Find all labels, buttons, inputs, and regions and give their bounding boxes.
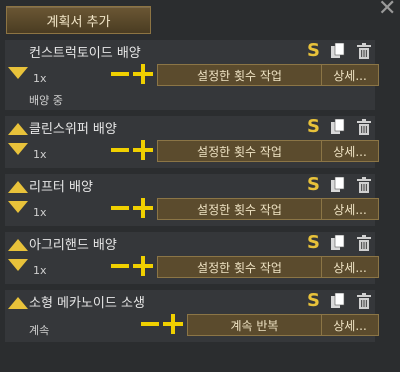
decrease-increase-controls[interactable]: [109, 64, 155, 84]
bill-status: 배양 중: [29, 94, 63, 107]
bill-title: 소형 메카노이드 소생: [29, 296, 145, 311]
move-down-icon[interactable]: [7, 200, 29, 214]
delete-icon[interactable]: [357, 177, 371, 193]
bill-row: 아그리핸드 배양 1x S 설정한 횟수 작업 상세...: [5, 232, 379, 284]
move-up-icon[interactable]: [7, 122, 29, 136]
bill-mode-button[interactable]: 설정한 횟수 작업: [157, 140, 322, 162]
bill-row: 소형 메카노이드 소생 계속 S 계속 반복 상세...: [5, 290, 379, 342]
bill-title: 리프터 배양: [29, 180, 93, 195]
bill-row: 리프터 배양 1x S 설정한 횟수 작업 상세...: [5, 174, 379, 226]
copy-icon[interactable]: [331, 176, 345, 193]
repeat-count: 계속: [29, 324, 50, 337]
repeat-count: 1x: [33, 206, 47, 219]
bill-row: 컨스트럭토이드 배양 1x 배양 중 S 설정한 횟수 작업 상세...: [5, 40, 379, 110]
close-icon[interactable]: ✕: [378, 0, 396, 20]
copy-icon[interactable]: [331, 118, 345, 135]
details-button[interactable]: 상세...: [321, 198, 379, 220]
repeat-count: 1x: [33, 148, 47, 161]
bill-mode-button[interactable]: 설정한 횟수 작업: [157, 256, 322, 278]
decrease-increase-controls[interactable]: [109, 198, 155, 218]
decrease-increase-controls[interactable]: [109, 140, 155, 160]
suspend-icon[interactable]: S: [307, 40, 320, 61]
copy-icon[interactable]: [331, 292, 345, 309]
delete-icon[interactable]: [357, 293, 371, 309]
decrease-increase-controls[interactable]: [139, 314, 185, 334]
details-button[interactable]: 상세...: [321, 314, 379, 336]
move-down-icon[interactable]: [7, 142, 29, 156]
bill-title: 클린스위퍼 배양: [29, 122, 117, 137]
details-button[interactable]: 상세...: [321, 140, 379, 162]
decrease-increase-controls[interactable]: [109, 256, 155, 276]
bill-title: 아그리핸드 배양: [29, 238, 117, 253]
bill-mode-button[interactable]: 설정한 횟수 작업: [157, 198, 322, 220]
bill-row: 클린스위퍼 배양 1x S 설정한 횟수 작업 상세...: [5, 116, 379, 168]
suspend-icon[interactable]: S: [307, 232, 320, 253]
bill-mode-button[interactable]: 설정한 횟수 작업: [157, 64, 322, 86]
move-up-icon[interactable]: [7, 180, 29, 194]
add-bill-button[interactable]: 계획서 추가: [6, 6, 151, 34]
details-button[interactable]: 상세...: [321, 256, 379, 278]
details-button[interactable]: 상세...: [321, 64, 379, 86]
repeat-count: 1x: [33, 72, 47, 85]
bill-title: 컨스트럭토이드 배양: [29, 46, 141, 61]
suspend-icon[interactable]: S: [307, 174, 320, 195]
repeat-count: 1x: [33, 264, 47, 277]
bill-mode-button[interactable]: 계속 반복: [187, 314, 322, 336]
move-up-icon[interactable]: [7, 296, 29, 310]
suspend-icon[interactable]: S: [307, 290, 320, 311]
move-up-icon[interactable]: [7, 238, 29, 252]
copy-icon[interactable]: [331, 234, 345, 251]
move-down-icon[interactable]: [7, 258, 29, 272]
suspend-icon[interactable]: S: [307, 116, 320, 137]
delete-icon[interactable]: [357, 119, 371, 135]
delete-icon[interactable]: [357, 235, 371, 251]
move-down-icon[interactable]: [7, 66, 29, 80]
delete-icon[interactable]: [357, 43, 371, 59]
copy-icon[interactable]: [331, 42, 345, 59]
